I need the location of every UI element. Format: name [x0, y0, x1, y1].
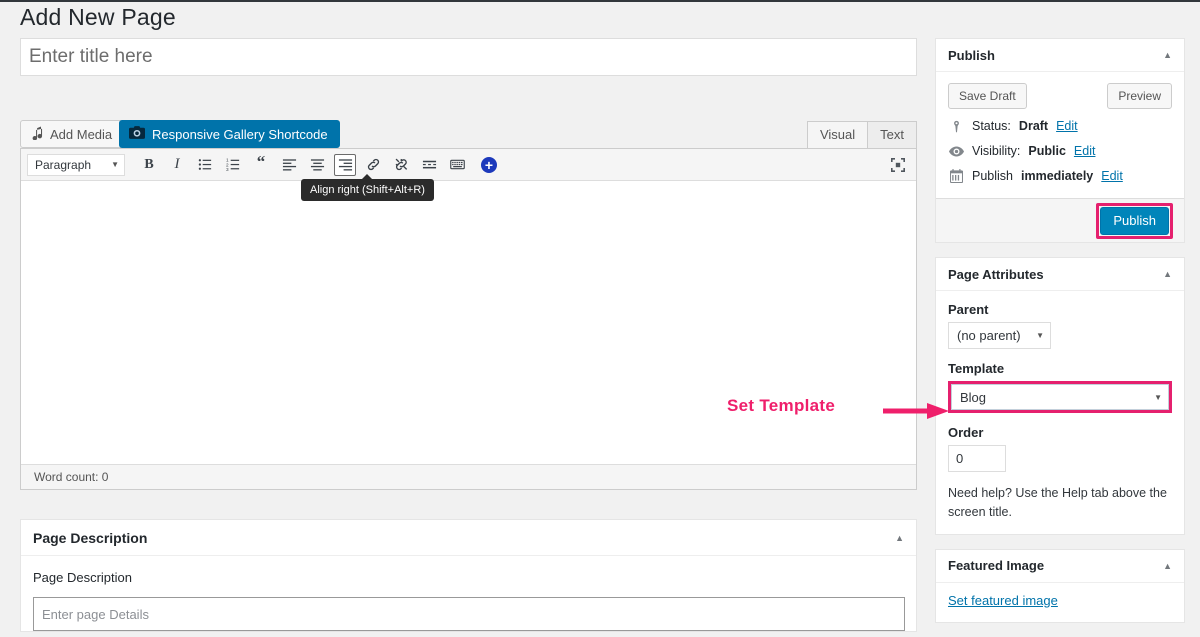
- set-featured-image-link[interactable]: Set featured image: [948, 593, 1058, 608]
- template-label: Template: [948, 361, 1005, 376]
- page-description-input[interactable]: [33, 597, 905, 631]
- publish-button[interactable]: Publish: [1100, 206, 1169, 235]
- add-media-label: Add Media: [50, 126, 113, 142]
- remove-link-icon[interactable]: [390, 154, 412, 176]
- read-more-icon[interactable]: [418, 154, 440, 176]
- chevron-up-icon[interactable]: ▲: [895, 533, 904, 543]
- visibility-value: Public: [1028, 144, 1066, 158]
- order-input[interactable]: [948, 445, 1006, 472]
- page-attributes-help-text: Need help? Use the Help tab above the sc…: [948, 486, 1167, 519]
- featured-image-title: Featured Image: [948, 558, 1045, 573]
- publish-box-footer: Publish: [936, 198, 1184, 242]
- visibility-label: Visibility:: [972, 144, 1021, 158]
- chevron-down-icon: ▼: [1154, 392, 1162, 402]
- align-right-tooltip: Align right (Shift+Alt+R): [301, 174, 434, 201]
- save-draft-button[interactable]: Save Draft: [948, 83, 1027, 109]
- main-editor-column: Add Media Responsive Gallery Shortcode V…: [20, 38, 917, 632]
- svg-text:3: 3: [226, 167, 229, 172]
- chevron-up-icon[interactable]: ▲: [1163, 269, 1172, 279]
- template-select[interactable]: Blog ▼: [951, 384, 1169, 410]
- editor-toolbar: Paragraph ▼ B I 1 2 3 “ + Align right (S…: [21, 149, 916, 201]
- editor-content-area[interactable]: [21, 181, 916, 464]
- order-label: Order: [948, 425, 984, 440]
- page-description-header: Page Description ▲: [21, 520, 916, 556]
- align-center-icon[interactable]: [306, 154, 328, 176]
- page-description-metabox: Page Description ▲ Page Description: [20, 519, 917, 632]
- eye-icon: [948, 143, 964, 159]
- annotation-arrow-icon: [883, 400, 951, 425]
- format-select-value: Paragraph: [35, 157, 92, 172]
- word-count-status: Word count: 0: [21, 464, 916, 489]
- page-attributes-body: Parent (no parent) ▼ Template Blog ▼ Ord…: [936, 291, 1184, 534]
- status-value: Draft: [1018, 119, 1049, 133]
- add-media-button[interactable]: Add Media: [20, 120, 124, 148]
- gallery-shortcode-label: Responsive Gallery Shortcode: [152, 126, 328, 142]
- paragraph-format-select[interactable]: Paragraph ▼: [27, 153, 125, 176]
- chevron-up-icon[interactable]: ▲: [1163, 50, 1172, 60]
- bulleted-list-icon[interactable]: [194, 154, 216, 176]
- insert-link-icon[interactable]: [362, 154, 384, 176]
- featured-image-box: Featured Image ▲ Set featured image: [935, 548, 1185, 623]
- visibility-row: Visibility: Public Edit: [948, 143, 1172, 159]
- template-select-highlight: Blog ▼: [948, 381, 1172, 413]
- schedule-value: immediately: [1021, 169, 1094, 183]
- parent-label: Parent: [948, 302, 989, 317]
- annotation-set-template: Set Template: [727, 396, 949, 419]
- featured-image-header: Featured Image ▲: [936, 550, 1184, 583]
- status-row: Status: Draft Edit: [948, 118, 1172, 134]
- featured-image-body: Set featured image: [936, 583, 1184, 622]
- annotation-label: Set Template: [727, 396, 836, 415]
- numbered-list-icon[interactable]: 1 2 3: [222, 154, 244, 176]
- bold-icon[interactable]: B: [138, 154, 160, 176]
- align-left-icon[interactable]: [278, 154, 300, 176]
- status-label: Status:: [972, 119, 1011, 133]
- visibility-edit-link[interactable]: Edit: [1074, 144, 1096, 158]
- preview-button[interactable]: Preview: [1107, 83, 1172, 109]
- publish-box-header: Publish ▲: [936, 39, 1184, 72]
- align-right-icon[interactable]: [334, 153, 356, 176]
- tab-visual[interactable]: Visual: [806, 121, 869, 148]
- chevron-down-icon: ▼: [111, 160, 119, 169]
- page-attributes-header: Page Attributes ▲: [936, 258, 1184, 291]
- parent-select-value: (no parent): [957, 328, 1021, 343]
- schedule-label: Publish: [972, 169, 1013, 183]
- calendar-icon: [948, 168, 964, 184]
- toolbar-toggle-icon[interactable]: [446, 154, 468, 176]
- publish-box-body: Save Draft Preview Status: Draft Edit Vi…: [936, 72, 1184, 198]
- page-attributes-box: Page Attributes ▲ Parent (no parent) ▼ T…: [935, 257, 1185, 535]
- fullscreen-icon[interactable]: [890, 157, 906, 173]
- publish-box: Publish ▲ Save Draft Preview Status: Dra…: [935, 38, 1185, 243]
- parent-select[interactable]: (no parent) ▼: [948, 322, 1051, 349]
- blockquote-icon[interactable]: “: [250, 153, 272, 176]
- page-title: Add New Page: [20, 4, 176, 30]
- sidebar: Publish ▲ Save Draft Preview Status: Dra…: [935, 38, 1185, 637]
- page-description-title: Page Description: [33, 529, 148, 546]
- media-buttons-bar: Add Media Responsive Gallery Shortcode V…: [20, 120, 917, 150]
- chevron-down-icon: ▼: [1036, 331, 1044, 340]
- page-description-field-label: Page Description: [33, 570, 132, 585]
- page-description-body: Page Description: [21, 556, 916, 631]
- publish-button-highlight: Publish: [1096, 202, 1173, 239]
- editor-mode-tabs: Visual Text: [806, 121, 917, 148]
- template-select-value: Blog: [960, 389, 987, 405]
- post-title-input[interactable]: [20, 38, 917, 76]
- add-block-icon[interactable]: +: [481, 156, 497, 173]
- status-edit-link[interactable]: Edit: [1056, 119, 1078, 133]
- schedule-row: Publish immediately Edit: [948, 168, 1172, 184]
- schedule-edit-link[interactable]: Edit: [1101, 169, 1123, 183]
- italic-icon[interactable]: I: [166, 154, 188, 176]
- content-editor: Paragraph ▼ B I 1 2 3 “ + Align right (S…: [20, 148, 917, 490]
- tab-text[interactable]: Text: [867, 121, 917, 148]
- media-icon: [29, 125, 44, 143]
- publish-box-title: Publish: [948, 47, 995, 63]
- page-attributes-title: Page Attributes: [948, 266, 1044, 282]
- chevron-up-icon[interactable]: ▲: [1163, 561, 1172, 571]
- pin-icon: [948, 118, 964, 134]
- responsive-gallery-shortcode-button[interactable]: Responsive Gallery Shortcode: [119, 120, 340, 148]
- camera-icon: [129, 125, 145, 143]
